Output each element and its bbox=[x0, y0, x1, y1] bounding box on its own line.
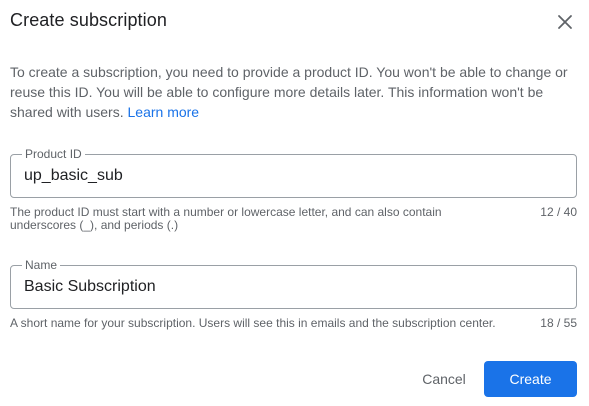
learn-more-link[interactable]: Learn more bbox=[128, 104, 200, 120]
close-button[interactable] bbox=[553, 10, 577, 34]
cancel-button[interactable]: Cancel bbox=[410, 361, 478, 397]
dialog-title: Create subscription bbox=[10, 10, 167, 30]
product-id-field[interactable]: Product ID bbox=[10, 147, 577, 198]
close-icon bbox=[558, 15, 572, 29]
name-hint: A short name for your subscription. User… bbox=[10, 316, 496, 330]
name-input[interactable] bbox=[24, 266, 564, 308]
name-field[interactable]: Name bbox=[10, 258, 577, 309]
product-id-input[interactable] bbox=[24, 155, 564, 197]
product-id-hint: The product ID must start with a number … bbox=[10, 205, 442, 232]
product-id-counter: 12 / 40 bbox=[540, 205, 577, 219]
description-text: To create a subscription, you need to pr… bbox=[10, 64, 568, 120]
name-counter: 18 / 55 bbox=[540, 316, 577, 330]
create-subscription-dialog: Create subscription To create a subscrip… bbox=[0, 0, 589, 406]
create-button[interactable]: Create bbox=[484, 361, 577, 397]
dialog-description: To create a subscription, you need to pr… bbox=[10, 62, 570, 122]
